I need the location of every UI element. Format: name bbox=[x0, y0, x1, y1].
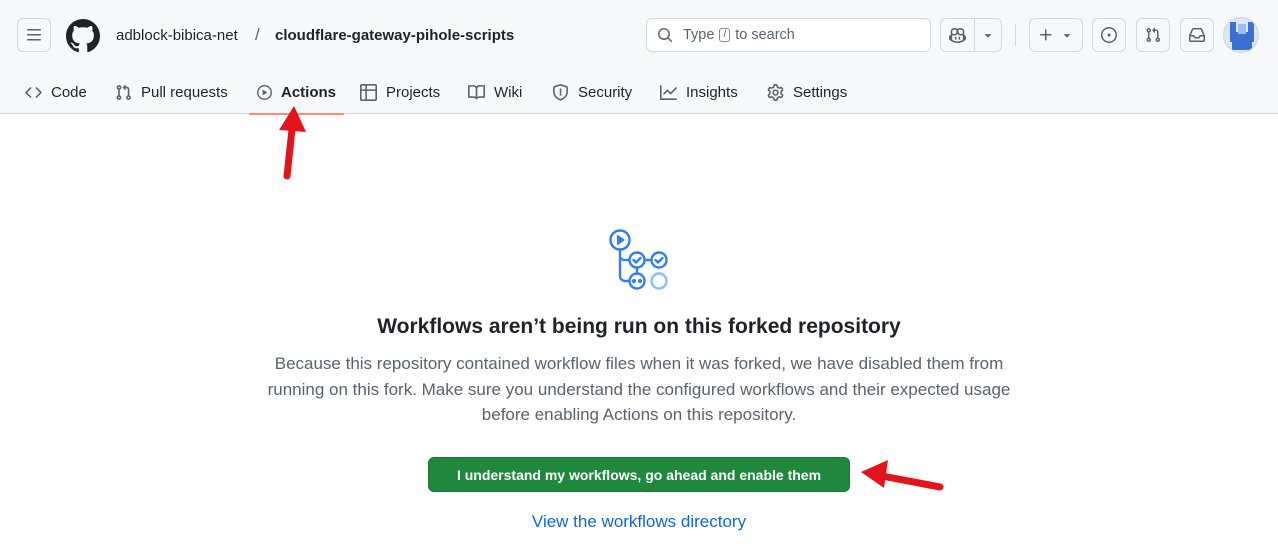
table-icon bbox=[360, 83, 377, 101]
tab-code[interactable]: Code bbox=[17, 70, 95, 114]
tab-settings-label: Settings bbox=[793, 83, 848, 101]
issue-opened-icon bbox=[1101, 27, 1117, 43]
tab-code-label: Code bbox=[51, 83, 87, 101]
workflow-icon bbox=[609, 229, 668, 290]
header-divider bbox=[1015, 24, 1016, 46]
play-icon bbox=[257, 84, 272, 100]
shield-icon bbox=[553, 83, 568, 101]
enable-workflows-button[interactable]: I understand my workflows, go ahead and … bbox=[428, 457, 850, 492]
menu-button[interactable] bbox=[17, 18, 51, 52]
tab-actions-label: Actions bbox=[280, 83, 336, 101]
inbox-icon bbox=[1189, 28, 1205, 42]
tab-insights-label: Insights bbox=[686, 83, 738, 101]
breadcrumb-separator: / bbox=[255, 25, 260, 44]
gear-icon bbox=[767, 83, 784, 101]
copilot-icon bbox=[949, 27, 967, 43]
repo-nav-tabs: Code Pull requests Actions Projects Wiki… bbox=[0, 70, 1278, 115]
tab-wiki-label: Wiki bbox=[494, 83, 523, 101]
workflows-description: Because this repository contained workfl… bbox=[267, 354, 1011, 424]
user-avatar-icon bbox=[1224, 18, 1258, 52]
tab-projects[interactable]: Projects bbox=[352, 70, 448, 114]
hamburger-icon bbox=[27, 29, 41, 41]
annotation-arrow-up-icon bbox=[279, 106, 306, 180]
git-pull-request-icon bbox=[116, 84, 131, 100]
annotation-arrow-left-icon bbox=[861, 460, 944, 491]
copilot-button-group bbox=[940, 18, 1002, 52]
tab-insights[interactable]: Insights bbox=[652, 70, 746, 114]
book-icon bbox=[468, 84, 485, 99]
breadcrumb-repo[interactable]: cloudflare-gateway-pihole-scripts bbox=[275, 27, 514, 44]
app-header: adblock-bibica-net / cloudflare-gateway-… bbox=[0, 0, 1278, 115]
workflows-directory-link[interactable]: View the workflows directory bbox=[0, 512, 1278, 532]
search-input[interactable]: Type / to search bbox=[646, 18, 931, 52]
main-content: Workflows aren’t being run on this forke… bbox=[0, 114, 1278, 553]
tab-pull-requests[interactable]: Pull requests bbox=[107, 70, 236, 114]
tab-projects-label: Projects bbox=[386, 83, 441, 101]
tab-wiki[interactable]: Wiki bbox=[460, 70, 530, 114]
tab-settings[interactable]: Settings bbox=[759, 70, 855, 114]
code-icon bbox=[25, 86, 42, 98]
tab-security[interactable]: Security bbox=[544, 70, 640, 114]
tab-pull-requests-label: Pull requests bbox=[141, 83, 228, 101]
issues-button[interactable] bbox=[1092, 18, 1126, 52]
triangle-down-icon bbox=[985, 34, 992, 38]
breadcrumb-owner[interactable]: adblock-bibica-net bbox=[116, 27, 238, 44]
plus-icon bbox=[1040, 29, 1052, 41]
copilot-button[interactable] bbox=[941, 19, 976, 51]
triangle-down-icon bbox=[1063, 34, 1071, 38]
git-pull-request-icon bbox=[1146, 27, 1161, 43]
graph-icon bbox=[660, 84, 677, 100]
github-logo-icon bbox=[66, 19, 100, 53]
page-heading: Workflows aren’t being run on this forke… bbox=[377, 315, 901, 338]
pull-requests-button[interactable] bbox=[1136, 18, 1170, 52]
tab-security-label: Security bbox=[578, 83, 633, 101]
search-placeholder-suffix: to search bbox=[735, 27, 795, 43]
search-icon bbox=[658, 28, 673, 43]
avatar[interactable] bbox=[1223, 17, 1259, 53]
search-shortcut-key: / bbox=[719, 28, 731, 42]
create-new-button[interactable] bbox=[1029, 18, 1083, 52]
search-placeholder-prefix: Type bbox=[683, 27, 715, 43]
copilot-dropdown[interactable] bbox=[975, 19, 1001, 51]
github-logo-link[interactable] bbox=[66, 19, 100, 53]
inbox-button[interactable] bbox=[1180, 18, 1214, 52]
